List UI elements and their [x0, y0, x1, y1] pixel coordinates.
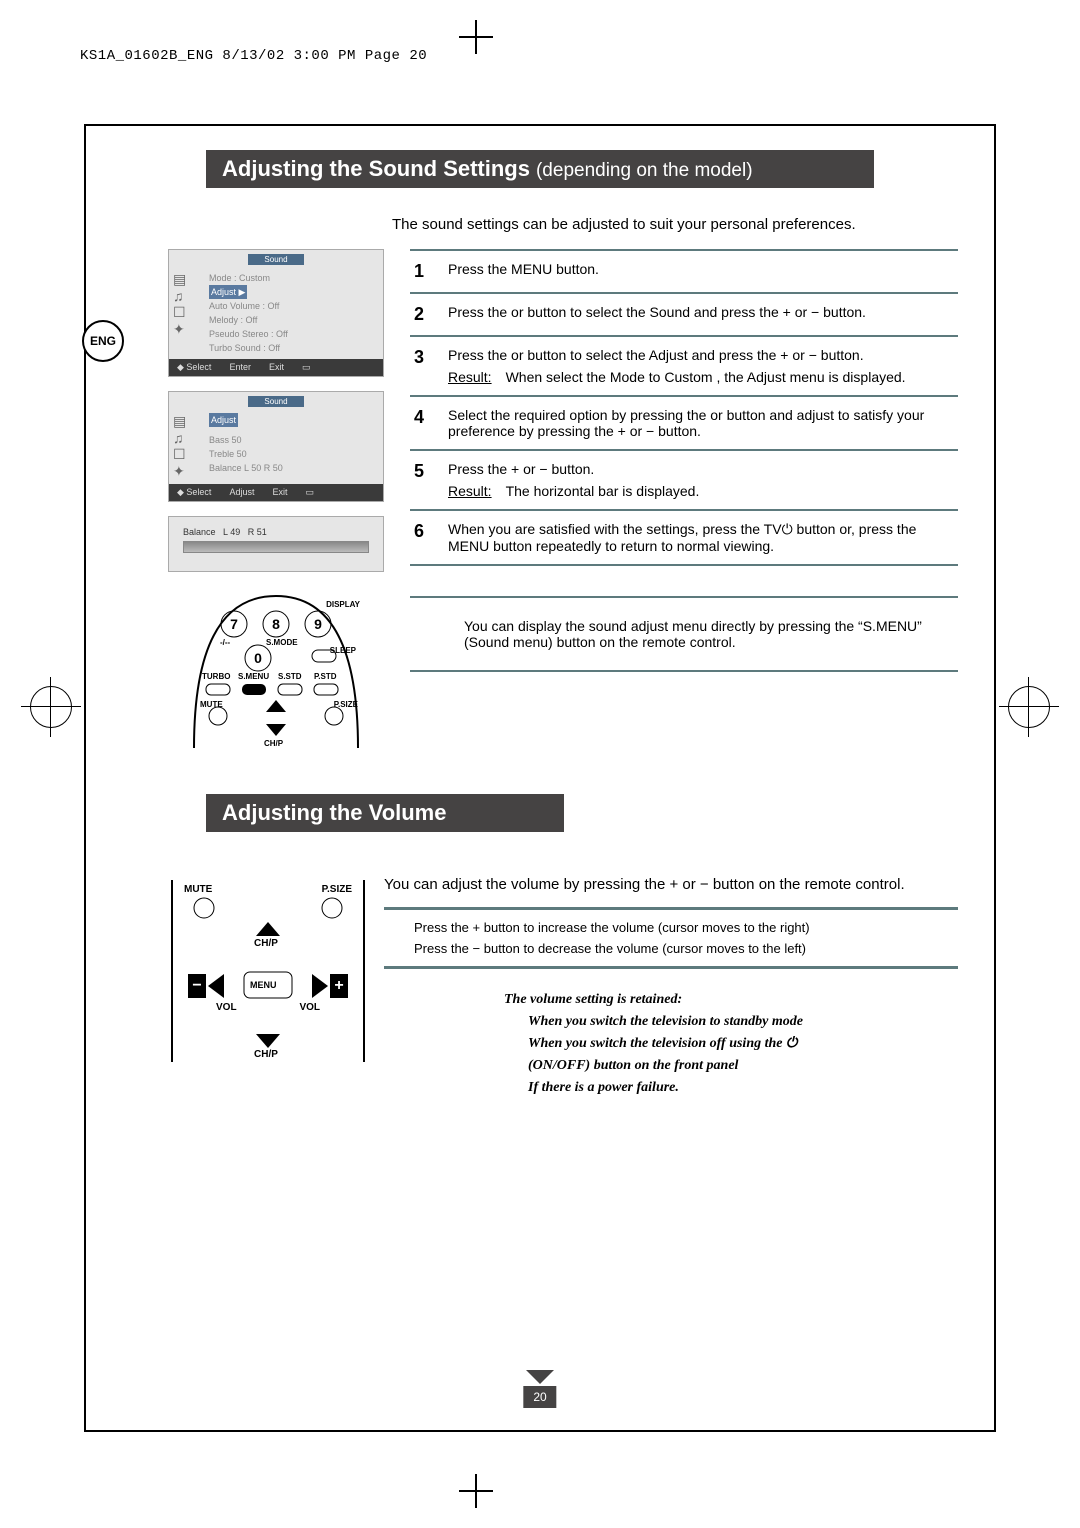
title-bold: Adjusting the Sound Settings [222, 156, 530, 182]
svg-text:−: − [192, 977, 201, 994]
osd-menu: Mode : Custom Adjust ▶ Auto Volume : Off… [203, 267, 383, 359]
osd-balance-bar: Balance L 49 R 51 [168, 516, 384, 572]
balance-slider [183, 541, 369, 553]
print-header: KS1A_01602B_ENG 8/13/02 3:00 PM Page 20 [0, 0, 1080, 64]
instruction-list: 1Press the MENU button. 2Press the or bu… [410, 249, 958, 566]
note-box: You can display the sound adjust menu di… [410, 596, 958, 672]
left-column: Sound ▤ ♫ ☐ ✦ Mode : Custom Adjust ▶ Aut… [126, 249, 392, 748]
page-frame: ENG Adjusting the Sound Settings (depend… [84, 124, 996, 1432]
volume-intro: You can adjust the volume by pressing th… [384, 876, 958, 893]
svg-text:0: 0 [254, 650, 262, 666]
register-mark-left [30, 686, 72, 728]
section-title-volume: Adjusting the Volume [206, 794, 564, 832]
intro-text: The sound settings can be adjusted to su… [392, 216, 958, 233]
osd-sound-adjust: Sound ▤ ♫ ☐ ✦ Adjust Bass 50 Treble 50 B… [168, 391, 384, 502]
page-number: 20 [523, 1386, 556, 1408]
svg-text:7: 7 [230, 616, 238, 632]
remote-diagram-2: − + MUTE P.SIZE CH/P MENU VOL VOL CH/P [168, 876, 368, 1066]
register-mark-right [1008, 686, 1050, 728]
osd-sound-main: Sound ▤ ♫ ☐ ✦ Mode : Custom Adjust ▶ Aut… [168, 249, 384, 377]
remote-diagram-1: 7 8 9 0 DISPLAY [186, 588, 366, 748]
svg-text:8: 8 [272, 616, 280, 632]
steps-column: 1Press the MENU button. 2Press the or bu… [410, 249, 958, 748]
page-pointer-icon [526, 1370, 554, 1384]
svg-text:+: + [334, 977, 343, 994]
title-suffix: (depending on the model) [536, 160, 753, 182]
osd-icons: ▤ ♫ ☐ ✦ [169, 267, 203, 359]
svg-text:9: 9 [314, 616, 322, 632]
crop-mark-top [459, 20, 493, 54]
language-badge: ENG [82, 320, 124, 362]
retained-note: The volume setting is retained: When you… [504, 989, 958, 1099]
section-title-sound: Adjusting the Sound Settings (depending … [206, 150, 874, 188]
crop-mark-bottom [459, 1474, 493, 1508]
volume-bullets: Press the + button to increase the volum… [384, 907, 958, 969]
